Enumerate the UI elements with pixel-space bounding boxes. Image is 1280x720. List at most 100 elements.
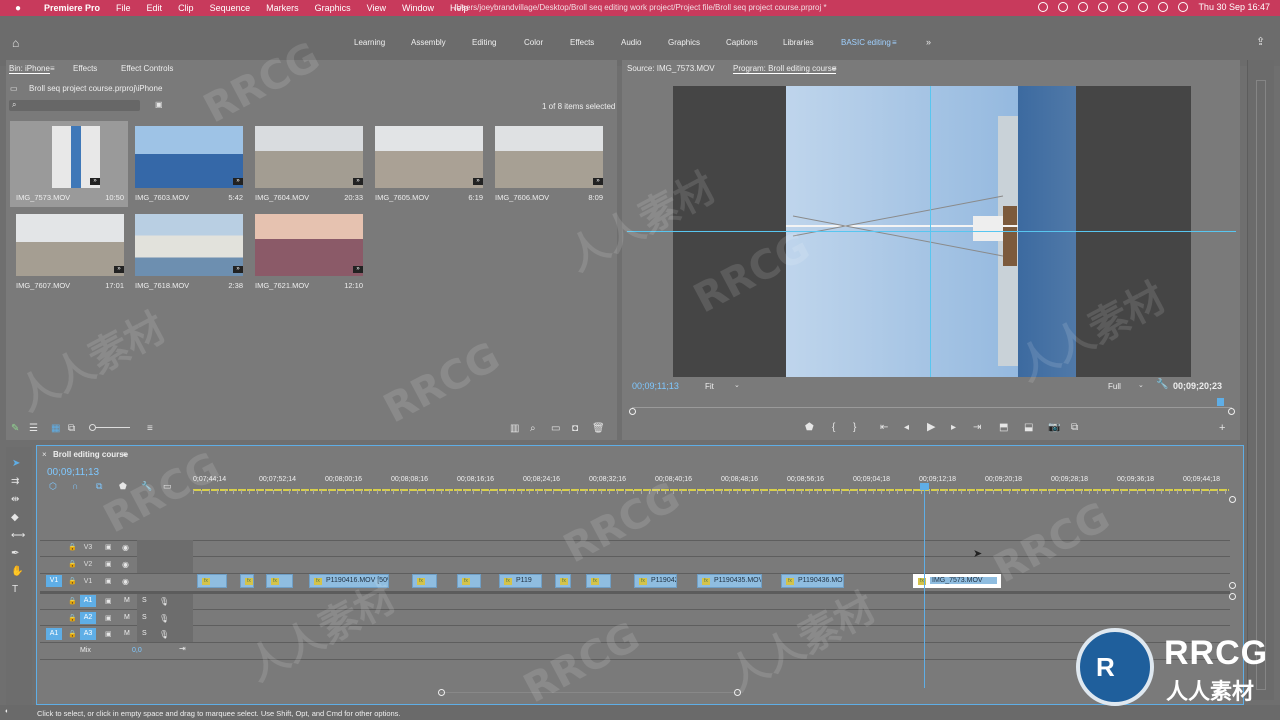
timeline-clip[interactable]: fx	[266, 574, 293, 588]
tab-bin-iphone[interactable]: Bin: iPhone	[9, 64, 50, 74]
home-icon[interactable]: ⌂	[12, 37, 19, 49]
mark-in-icon[interactable]: {	[832, 423, 835, 433]
new-bin-footer-icon[interactable]: ▭	[551, 424, 560, 434]
program-timecode[interactable]: 00;09;11;13	[632, 381, 679, 391]
new-bin-icon[interactable]: ▣	[155, 100, 163, 110]
sync-lock-icon[interactable]: ▣	[105, 630, 112, 640]
timeline-clip[interactable]: fx IMG_7573.MOV	[913, 574, 1001, 588]
microphone-icon[interactable]: 🎙	[159, 614, 169, 624]
screen-icon[interactable]	[1038, 2, 1049, 12]
lock-icon[interactable]: 🔒	[68, 560, 77, 570]
menu-markers[interactable]: Markers	[258, 3, 307, 13]
workspace-basic-editing[interactable]: BASIC editing	[841, 38, 891, 47]
workspace-assembly[interactable]: Assembly	[411, 38, 446, 47]
zoom-slider[interactable]	[90, 427, 130, 428]
sync-lock-icon[interactable]: ▣	[105, 560, 112, 570]
clip-thumbnail[interactable]	[255, 126, 363, 188]
track-label[interactable]: V2	[80, 559, 96, 571]
dropbox-icon[interactable]	[1058, 2, 1069, 12]
track-label[interactable]: V1	[80, 576, 96, 588]
trash-icon[interactable]: 🗑	[592, 424, 605, 434]
timeline-clip[interactable]: fx	[457, 574, 481, 588]
timeline-clip[interactable]: fx P1190435.MOV [	[697, 574, 762, 588]
clip-thumbnail[interactable]	[495, 126, 603, 188]
automate-icon[interactable]: ▥	[510, 424, 519, 434]
lock-icon[interactable]: 🔒	[68, 577, 77, 587]
sync-lock-icon[interactable]: ▣	[105, 577, 112, 587]
scrubber-end-handle[interactable]	[1228, 408, 1235, 415]
bin-search-input[interactable]	[9, 100, 140, 111]
timeline-clip[interactable]: fx	[412, 574, 437, 588]
share-icon[interactable]: ⇪	[1256, 37, 1265, 48]
go-to-out-icon[interactable]: ⇥	[973, 423, 981, 433]
search-icon[interactable]	[1158, 2, 1169, 12]
find-icon[interactable]: ⌕	[530, 424, 536, 434]
program-scrubber[interactable]	[632, 407, 1232, 408]
apple-icon[interactable]: ●	[0, 3, 36, 14]
wrench-icon[interactable]: 🔧	[1156, 380, 1168, 390]
workspace-menu-icon[interactable]: ≡	[892, 38, 897, 48]
menu-edit[interactable]: Edit	[139, 3, 171, 13]
tab-source[interactable]: Source: IMG_7573.MOV	[627, 64, 715, 73]
source-patch-a1[interactable]: A1	[46, 628, 62, 640]
creative-cloud-icon[interactable]	[1098, 2, 1109, 12]
comparison-view-icon[interactable]: ⧉	[1071, 423, 1078, 433]
wifi-icon[interactable]	[1138, 2, 1149, 12]
ruler-ticks[interactable]	[193, 490, 1229, 494]
freeform-view-icon[interactable]: ⧉	[68, 424, 75, 434]
mute-button[interactable]: M	[124, 614, 130, 621]
horizontal-scrollbar[interactable]	[440, 692, 740, 693]
sort-icon[interactable]: ≡	[147, 424, 153, 434]
timeline-clip[interactable]: fx P119	[499, 574, 542, 588]
extract-icon[interactable]: ⬓	[1024, 423, 1033, 433]
lock-icon[interactable]: 🔒	[68, 614, 77, 624]
sync-lock-icon[interactable]: ▣	[105, 614, 112, 624]
clip-thumbnail[interactable]	[255, 214, 363, 276]
timeline-timecode[interactable]: 00;09;11;13	[47, 467, 99, 478]
workspace-editing[interactable]: Editing	[472, 38, 496, 47]
scrubber-start-handle[interactable]	[629, 408, 636, 415]
mix-end-icon[interactable]: ⇥	[179, 644, 186, 654]
quality-dropdown[interactable]: Full	[1108, 382, 1121, 391]
eye-icon[interactable]: ◉	[122, 577, 129, 587]
vertical-scroll-handle[interactable]	[1229, 593, 1236, 600]
vertical-scroll-handle[interactable]	[1229, 582, 1236, 589]
playhead-head[interactable]	[920, 483, 929, 490]
menu-clip[interactable]: Clip	[170, 3, 202, 13]
workspace-effects[interactable]: Effects	[570, 38, 594, 47]
panel-menu-icon[interactable]: ≡	[50, 64, 55, 74]
timeline-clip[interactable]: fx	[197, 574, 227, 588]
solo-button[interactable]: S	[142, 630, 147, 637]
snap-icon[interactable]: ∩	[72, 481, 78, 491]
timeline-clip[interactable]: fx P1190427	[634, 574, 677, 588]
track-label[interactable]: A1	[80, 595, 96, 607]
workspace-libraries[interactable]: Libraries	[783, 38, 814, 47]
track-select-tool-icon[interactable]: ⇉	[11, 477, 19, 487]
solo-button[interactable]: S	[142, 614, 147, 621]
step-forward-icon[interactable]: ▸	[951, 423, 956, 433]
pencil-icon[interactable]: ✎	[11, 424, 19, 434]
new-item-icon[interactable]: ◘	[572, 424, 578, 434]
mark-out-icon[interactable]: }	[853, 423, 856, 433]
timeline-clip[interactable]: fx	[555, 574, 571, 588]
bluetooth-icon[interactable]	[1118, 2, 1129, 12]
icon-view-icon[interactable]: ▦	[51, 424, 60, 434]
microphone-icon[interactable]: 🎙	[159, 630, 169, 640]
workspace-overflow-icon[interactable]: »	[926, 37, 931, 47]
track-label[interactable]: V3	[80, 542, 96, 554]
playhead-line[interactable]	[924, 487, 925, 688]
step-back-icon[interactable]: ◂	[904, 423, 909, 433]
workspace-captions[interactable]: Captions	[726, 38, 758, 47]
clip-thumbnail[interactable]	[375, 126, 483, 188]
ripple-edit-tool-icon[interactable]: ⇹	[11, 495, 19, 505]
vertical-scroll-handle[interactable]	[1229, 496, 1236, 503]
program-menu-icon[interactable]: ≡	[832, 64, 837, 74]
mix-value[interactable]: 0,0	[132, 647, 142, 654]
power-icon[interactable]	[1078, 2, 1089, 12]
eye-icon[interactable]: ◉	[122, 560, 129, 570]
play-icon[interactable]: ▶	[927, 422, 935, 433]
timeline-clip[interactable]: fx	[586, 574, 611, 588]
timeline-clip[interactable]: fx	[240, 574, 254, 588]
add-marker-icon[interactable]: ⬟	[805, 423, 814, 433]
lock-icon[interactable]: 🔒	[68, 630, 77, 640]
